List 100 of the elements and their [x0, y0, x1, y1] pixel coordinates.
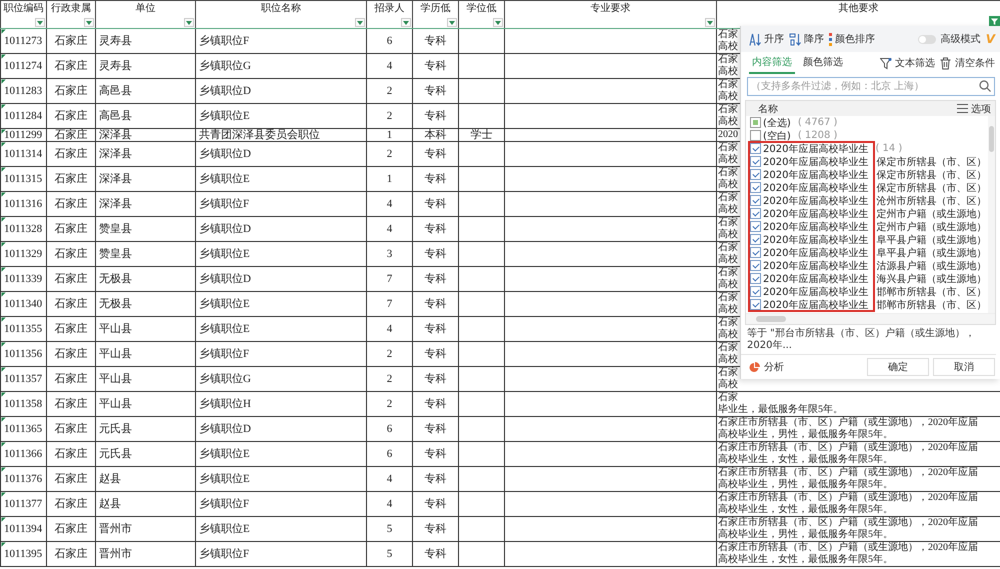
table-cell: 专科 — [412, 416, 458, 442]
checkbox[interactable] — [750, 195, 761, 206]
list-item-label[interactable]: 2020年应届高校毕业生 — [763, 220, 868, 234]
list-item-detail[interactable]: 沽源县户籍（或生源地） — [876, 258, 986, 272]
tab[interactable]: 内容筛选 — [749, 52, 795, 74]
checkbox[interactable] — [750, 208, 761, 219]
column-header: 学位低 — [466, 3, 496, 15]
tab[interactable]: 颜色筛选 — [800, 52, 846, 74]
checkbox[interactable] — [750, 169, 761, 180]
table-cell: 乡镇职位G — [196, 366, 366, 392]
scrollbar[interactable] — [746, 313, 995, 324]
list-item-label[interactable]: 2020年应届高校毕业生 — [763, 154, 868, 168]
column-header: 学历低 — [420, 3, 450, 15]
table-cell: 3 — [366, 242, 412, 266]
checkbox[interactable] — [750, 234, 761, 245]
checkbox[interactable] — [750, 286, 761, 297]
list-item-detail[interactable]: 阜平县户籍（或生源地） — [876, 246, 986, 260]
search-field[interactable]: （支持多条件过滤，例如：北京 上海） — [747, 77, 995, 96]
list-item-label[interactable]: 2020年应届高校毕业生 — [763, 284, 868, 298]
list-item-detail[interactable]: 保定市所辖县（市、区） — [876, 180, 986, 194]
search-icon — [979, 80, 991, 92]
list-item-label[interactable]: (全选) — [763, 116, 791, 130]
checkbox[interactable] — [750, 247, 761, 258]
analyze-button[interactable]: 分析 — [749, 360, 784, 374]
dropdown-button[interactable] — [184, 18, 194, 27]
list-item-label[interactable]: 2020年应届高校毕业生 — [763, 246, 868, 260]
table-cell: 晋州市 — [96, 542, 196, 566]
dropdown-button[interactable] — [447, 18, 457, 27]
list-item-label[interactable]: 2020年应届高校毕业生 — [763, 232, 868, 246]
table-cell: 专科 — [412, 342, 458, 366]
sort-button[interactable]: 降序 — [789, 32, 824, 46]
text-button[interactable]: 清空条件 — [940, 56, 995, 70]
table-cell: 乡镇职位E — [196, 516, 366, 542]
list-item-detail[interactable]: 阜平县户籍（或生源地） — [876, 232, 986, 246]
list-item-label[interactable]: 2020年应届高校毕业生 — [763, 180, 868, 194]
table-cell: 专科 — [412, 392, 458, 416]
list-item-detail[interactable]: 海兴县户籍（或生源地） — [876, 272, 986, 286]
table-cell: 赵县 — [96, 466, 196, 492]
table-cell: 高邑县 — [96, 104, 196, 128]
options-button[interactable]: 选项 — [957, 102, 991, 116]
sort-button[interactable]: 颜色排序 — [829, 32, 875, 46]
sort-button[interactable]: 升序 — [749, 32, 784, 46]
table-cell: 乡镇职位D — [196, 216, 366, 242]
checkbox[interactable] — [750, 182, 761, 193]
list-item-detail[interactable]: 邯郸市所辖县（市、区） — [876, 298, 986, 312]
item-count: ( 14 ) — [875, 143, 902, 154]
table-cell: 2 — [366, 366, 412, 392]
checkbox[interactable] — [750, 143, 761, 154]
list-item-detail[interactable]: 沧州市所辖县（市、区） — [876, 194, 986, 208]
table-cell: 专科 — [412, 216, 458, 242]
list-item-detail[interactable]: 邯郸市所辖县（市、区） — [876, 284, 986, 298]
checkbox[interactable] — [750, 117, 761, 128]
column-header: 职位编码 — [4, 3, 44, 15]
table-cell: 1011314 — [0, 142, 46, 166]
list-item-label[interactable]: 2020年应届高校毕业生 — [763, 142, 868, 156]
list-item-detail[interactable]: 保定市所辖县（市、区） — [876, 154, 986, 168]
list-item-label[interactable]: 2020年应届高校毕业生 — [763, 168, 868, 182]
checkbox[interactable] — [750, 260, 761, 271]
checkbox[interactable] — [750, 299, 761, 310]
table-cell: 乡镇职位F — [196, 342, 366, 366]
table-cell: 专科 — [412, 366, 458, 392]
checkbox[interactable] — [750, 221, 761, 232]
dropdown-button[interactable] — [35, 18, 45, 27]
toggle-switch[interactable] — [918, 34, 936, 44]
caret-icon — [86, 20, 92, 24]
text-button[interactable]: 文本筛选 — [880, 56, 935, 70]
list-item-label[interactable]: 2020年应届高校毕业生 — [763, 272, 868, 286]
funnel-icon — [880, 56, 892, 70]
checkbox[interactable] — [750, 156, 761, 167]
list-item-label[interactable]: 2020年应届高校毕业生 — [763, 194, 868, 208]
list-item-label[interactable]: 2020年应届高校毕业生 — [763, 298, 868, 312]
color-sort-icon — [829, 32, 832, 46]
condition-text: 等于 "邢台市所辖县（市、区）户籍（或生源地），2020年... — [741, 325, 996, 355]
dropdown-button[interactable] — [84, 18, 94, 27]
filter-active-icon[interactable] — [989, 16, 1000, 27]
table-cell: 专科 — [412, 266, 458, 292]
table-cell: 石家庄市所辖县（市、区）户籍（或生源地），2020年应届 高校毕业生，男性，最低服务年限5年。 — [718, 417, 978, 441]
dropdown-button[interactable] — [705, 18, 715, 27]
list-item-detail[interactable]: 定州市户籍（或生源地） — [876, 206, 986, 220]
list-item-label[interactable]: 2020年应届高校毕业生 — [763, 258, 868, 272]
table-cell: 乡镇职位F — [196, 492, 366, 516]
table-cell: 1011328 — [0, 216, 46, 242]
checkbox[interactable] — [750, 273, 761, 284]
item-count: ( 4767 ) — [798, 117, 838, 128]
dropdown-button[interactable] — [493, 18, 503, 27]
dropdown-button[interactable] — [355, 18, 365, 27]
dialog-button[interactable]: 确定 — [867, 358, 929, 376]
list-item-label[interactable]: 2020年应届高校毕业生 — [763, 206, 868, 220]
checkbox[interactable] — [750, 130, 761, 141]
table-cell: 高邑县 — [96, 78, 196, 104]
dialog-button[interactable]: 取消 — [933, 358, 995, 376]
list-item-label[interactable]: (空白) — [763, 128, 791, 142]
list-item-detail[interactable]: 保定市所辖县（市、区） — [876, 168, 986, 182]
column-header: 专业要求 — [590, 3, 630, 15]
table-cell: 石家庄 — [46, 166, 96, 192]
table-cell: 石家 高校 — [718, 217, 738, 241]
menu-icon — [957, 104, 968, 113]
scrollbar[interactable] — [988, 116, 995, 313]
dropdown-button[interactable] — [401, 18, 411, 27]
list-item-detail[interactable]: 定州市户籍（或生源地） — [876, 220, 986, 234]
